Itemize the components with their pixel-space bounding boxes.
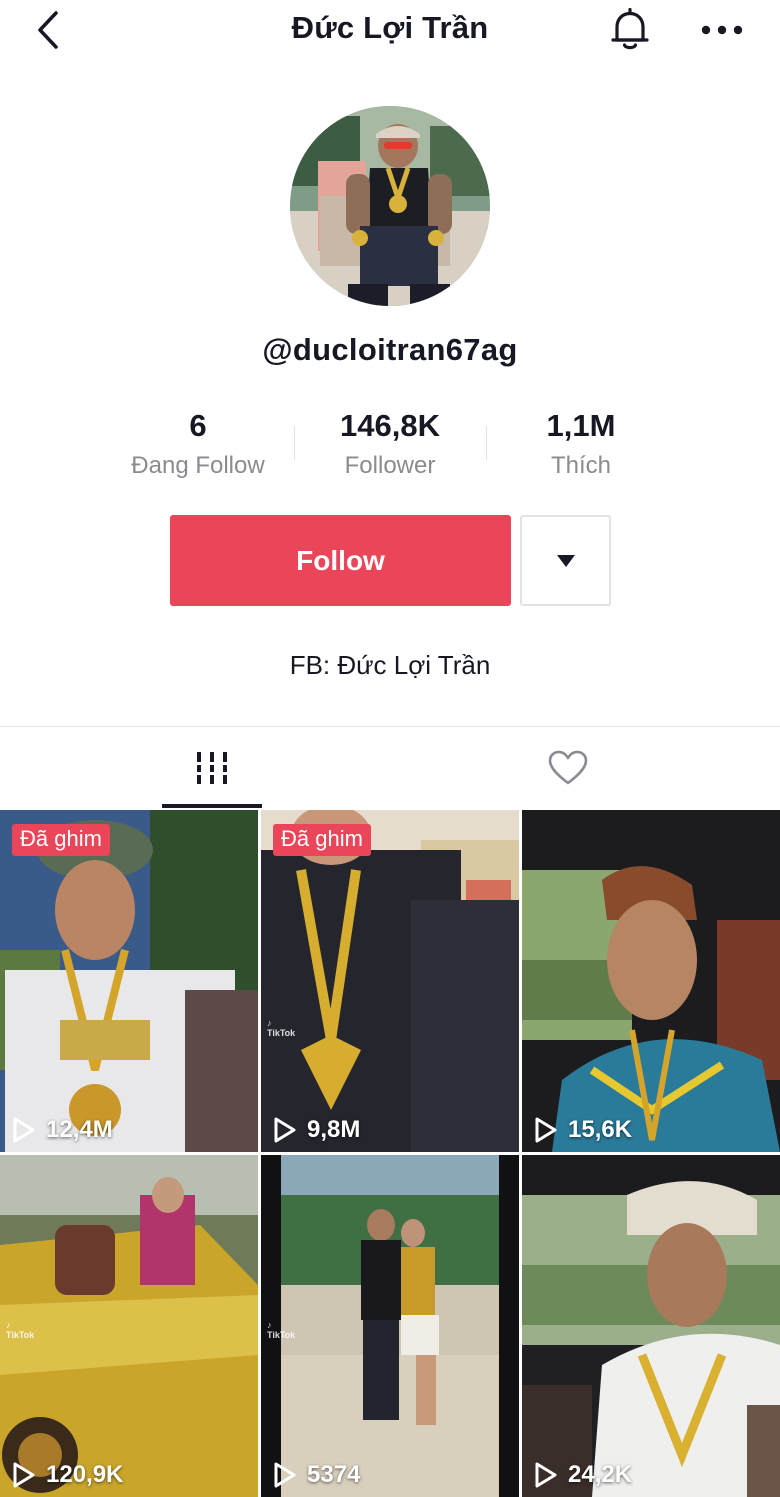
video-thumbnail-image	[522, 1155, 780, 1497]
notification-button[interactable]	[604, 6, 656, 54]
caret-down-icon	[556, 554, 575, 567]
play-icon	[273, 1116, 297, 1144]
video-thumbnail[interactable]: ♪ TikTok 5374	[261, 1155, 519, 1497]
bell-icon	[611, 8, 649, 50]
suggested-accounts-button[interactable]	[520, 515, 611, 606]
video-thumbnail-image	[0, 1155, 258, 1497]
stat-following-label: Đang Follow	[131, 452, 265, 479]
more-dots-icon	[701, 25, 743, 35]
pinned-badge: Đã ghim	[12, 824, 110, 856]
more-options-button[interactable]	[694, 10, 750, 50]
profile-stats: 6 Đang Follow 146,8K Follower 1,1M Thích	[0, 404, 780, 484]
video-thumbnail[interactable]: Đã ghim 12,4M	[0, 810, 258, 1152]
heart-outline-icon	[548, 750, 588, 785]
stat-following-value: 6	[189, 408, 207, 443]
stat-followers[interactable]: 146,8K Follower	[290, 408, 490, 480]
view-count: 5374	[273, 1461, 360, 1489]
view-count: 12,4M	[12, 1116, 113, 1144]
view-count-value: 120,9K	[46, 1461, 124, 1488]
stat-likes[interactable]: 1,1M Thích	[481, 408, 681, 480]
view-count-value: 5374	[307, 1461, 361, 1488]
tiktok-watermark-icon: ♪ TikTok	[267, 1018, 296, 1038]
stat-followers-label: Follower	[344, 452, 436, 479]
username: @ducloitran67ag	[262, 332, 518, 367]
tab-liked[interactable]	[373, 728, 763, 808]
top-bar: Đức Lợi Trần	[0, 0, 780, 60]
tiktok-watermark-icon: ♪ TikTok	[267, 1320, 296, 1340]
profile-bio: FB: Đức Lợi Trần	[289, 650, 491, 680]
view-count-value: 9,8M	[307, 1116, 361, 1143]
stat-likes-value: 1,1M	[546, 408, 616, 443]
pinned-badge: Đã ghim	[273, 824, 371, 856]
stat-following[interactable]: 6 Đang Follow	[98, 408, 298, 480]
stat-followers-value: 146,8K	[340, 408, 440, 443]
avatar-photo	[290, 106, 490, 306]
videos-grid-icon	[195, 752, 229, 784]
video-thumbnail-image	[261, 1155, 519, 1497]
follow-button[interactable]: Follow	[170, 515, 511, 606]
video-grid: Đã ghim 12,4M ♪ TikTok Đã ghim 9,8M 15,6…	[0, 810, 780, 1497]
active-tab-indicator	[162, 804, 262, 808]
play-icon	[12, 1116, 36, 1144]
tabs-divider	[0, 726, 780, 727]
tiktok-watermark-icon: ♪ TikTok	[6, 1320, 35, 1340]
view-count: 120,9K	[12, 1461, 123, 1489]
play-icon	[534, 1461, 558, 1489]
video-thumbnail[interactable]: 15,6K	[522, 810, 780, 1152]
video-thumbnail[interactable]: ♪ TikTok 120,9K	[0, 1155, 258, 1497]
play-icon	[534, 1116, 558, 1144]
video-thumbnail[interactable]: 24,2K	[522, 1155, 780, 1497]
play-icon	[273, 1461, 297, 1489]
video-thumbnail[interactable]: ♪ TikTok Đã ghim 9,8M	[261, 810, 519, 1152]
tab-videos[interactable]	[17, 728, 407, 808]
stat-likes-label: Thích	[550, 452, 612, 479]
view-count: 9,8M	[273, 1116, 360, 1144]
view-count-value: 12,4M	[46, 1116, 113, 1143]
view-count: 15,6K	[534, 1116, 632, 1144]
video-thumbnail-image	[0, 810, 258, 1152]
profile-avatar[interactable]	[290, 106, 490, 306]
play-icon	[12, 1461, 36, 1489]
view-count: 24,2K	[534, 1461, 632, 1489]
page-title: Đức Lợi Trần	[291, 10, 489, 45]
view-count-value: 24,2K	[568, 1461, 633, 1488]
video-thumbnail-image	[522, 810, 780, 1152]
view-count-value: 15,6K	[568, 1116, 633, 1143]
video-thumbnail-image	[261, 810, 519, 1152]
